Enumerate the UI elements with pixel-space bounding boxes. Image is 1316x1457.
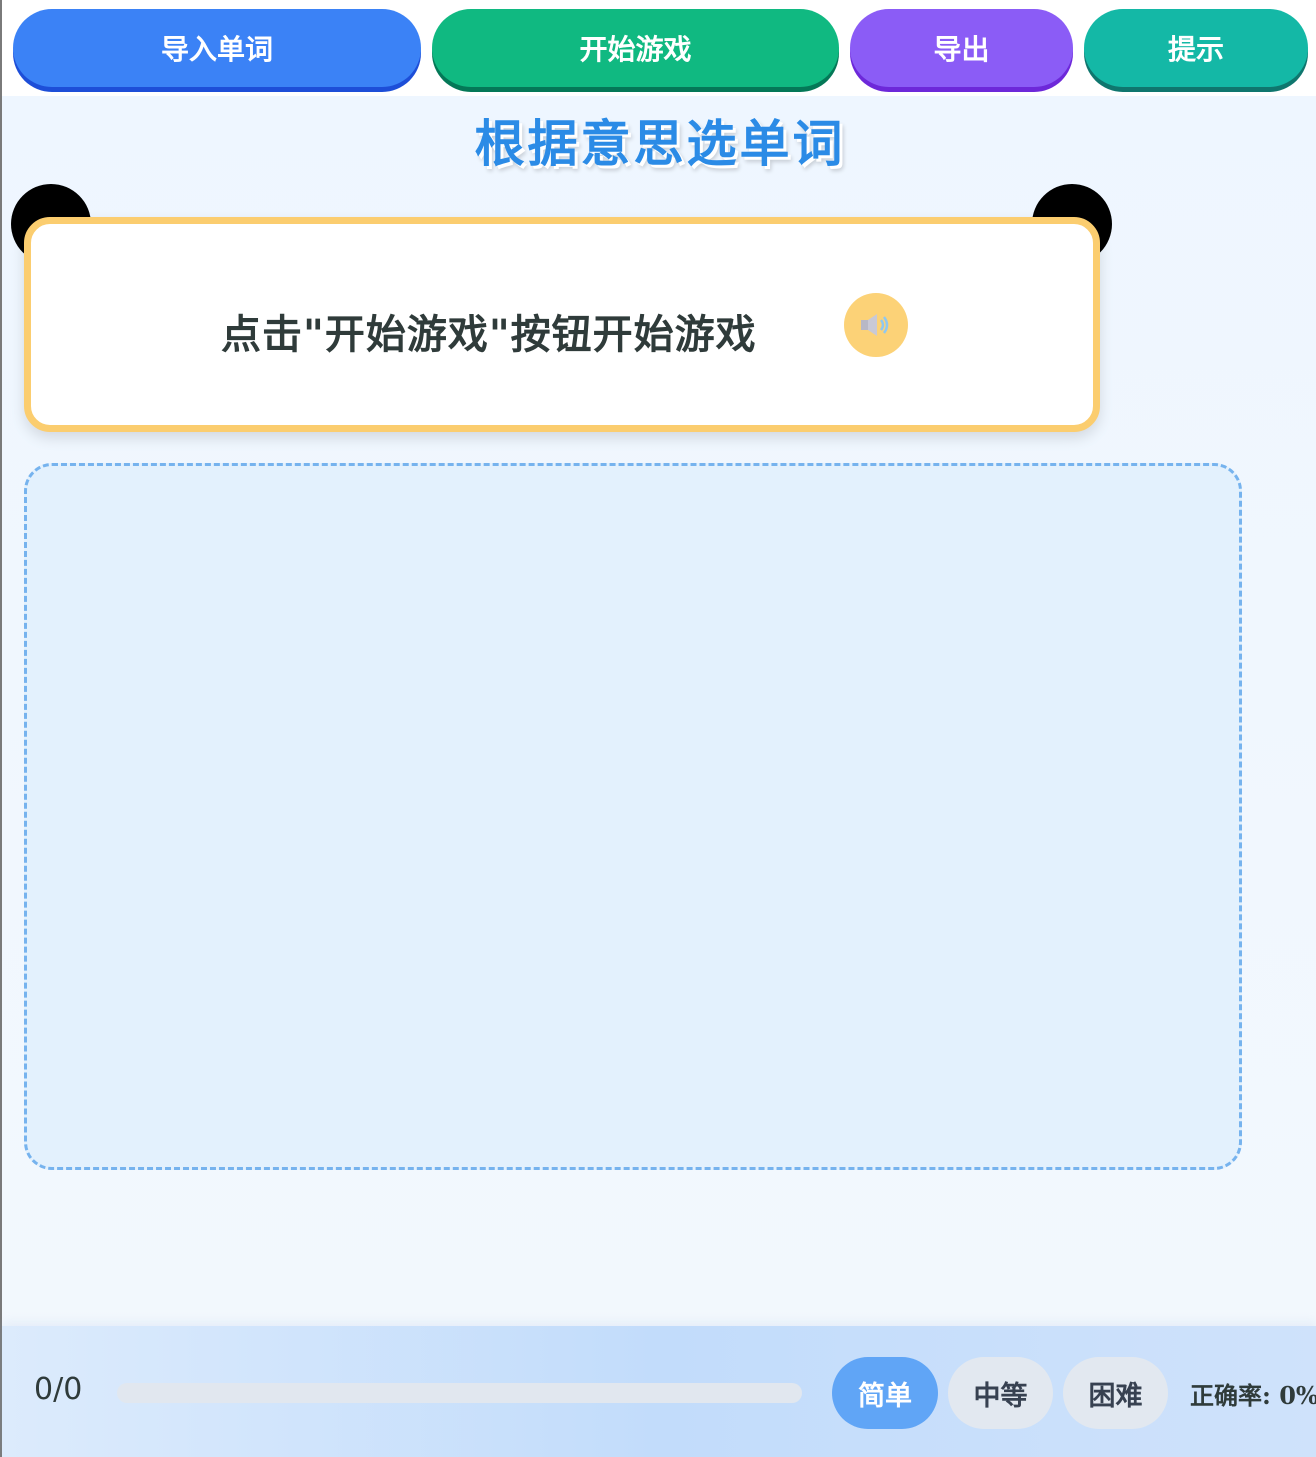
progress-bar bbox=[117, 1383, 802, 1403]
accuracy-label: 正确率: 0% bbox=[1190, 1381, 1316, 1410]
progress-count: 0/0 bbox=[34, 1372, 83, 1407]
import-words-button[interactable]: 导入单词 bbox=[13, 9, 421, 87]
start-game-button[interactable]: 开始游戏 bbox=[432, 9, 839, 87]
export-button[interactable]: 导出 bbox=[850, 9, 1073, 87]
top-toolbar: 导入单词 开始游戏 导出 提示 bbox=[2, 0, 1316, 96]
page-title: 根据意思选单词 bbox=[474, 114, 846, 173]
speak-button[interactable] bbox=[844, 293, 908, 357]
difficulty-easy-button[interactable]: 简单 bbox=[832, 1357, 938, 1429]
difficulty-medium-button[interactable]: 中等 bbox=[948, 1357, 1053, 1429]
question-text: 点击"开始游戏"按钮开始游戏 bbox=[221, 311, 757, 358]
hint-button[interactable]: 提示 bbox=[1084, 9, 1308, 87]
game-page: 导入单词 开始游戏 导出 提示 根据意思选单词 点击"开始游戏"按钮开始游戏 0… bbox=[0, 0, 1316, 1457]
question-card: 点击"开始游戏"按钮开始游戏 bbox=[24, 217, 1100, 432]
difficulty-hard-button[interactable]: 困难 bbox=[1063, 1357, 1168, 1429]
answer-options-area bbox=[24, 463, 1242, 1170]
speaker-icon bbox=[861, 314, 889, 336]
